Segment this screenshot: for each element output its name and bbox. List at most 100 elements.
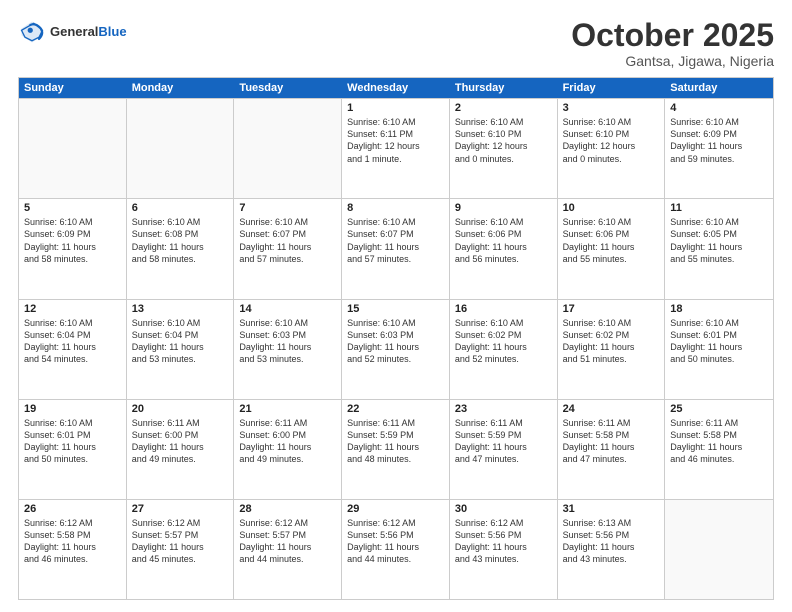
day-cell-9: 9Sunrise: 6:10 AM Sunset: 6:06 PM Daylig… [450, 199, 558, 298]
day-number: 30 [455, 503, 552, 515]
day-cell-31: 31Sunrise: 6:13 AM Sunset: 5:56 PM Dayli… [558, 500, 666, 599]
day-info: Sunrise: 6:11 AM Sunset: 5:58 PM Dayligh… [563, 417, 660, 466]
day-cell-24: 24 Sunrise: 6:11 AM Sunset: 5:58 PM Dayli… [558, 400, 666, 499]
day-cell-4: 4Sunrise: 6:10 AM Sunset: 6:09 PM Daylig… [665, 99, 773, 198]
month-title: October 2025 [571, 18, 774, 53]
calendar-row-3: 19 Sunrise: 6:10 AM Sunset: 6:01 PM Dayli… [19, 399, 773, 499]
day-info: Sunrise: 6:10 AM Sunset: 6:10 PM Dayligh… [563, 116, 660, 165]
day-cell-16: 16 Sunrise: 6:10 AM Sunset: 6:02 PM Dayli… [450, 300, 558, 399]
day-number: 22 [347, 403, 444, 415]
day-cell-6: 6Sunrise: 6:10 AM Sunset: 6:08 PM Daylig… [127, 199, 235, 298]
day-cell-25: 25 Sunrise: 6:11 AM Sunset: 5:58 PM Dayli… [665, 400, 773, 499]
day-info: Sunrise: 6:10 AM Sunset: 6:03 PM Dayligh… [347, 317, 444, 366]
day-cell-29: 29 Sunrise: 6:12 AM Sunset: 5:56 PM Dayli… [342, 500, 450, 599]
day-number: 24 [563, 403, 660, 415]
logo-blue-text: Blue [98, 24, 126, 39]
day-info: Sunrise: 6:10 AM Sunset: 6:11 PM Dayligh… [347, 116, 444, 165]
day-info: Sunrise: 6:10 AM Sunset: 6:08 PM Dayligh… [132, 216, 229, 265]
day-number: 2 [455, 102, 552, 114]
logo-text: GeneralBlue [50, 24, 127, 40]
day-info: Sunrise: 6:11 AM Sunset: 5:59 PM Dayligh… [455, 417, 552, 466]
day-number: 11 [670, 202, 768, 214]
day-cell-10: 10 Sunrise: 6:10 AM Sunset: 6:06 PM Dayli… [558, 199, 666, 298]
day-info: Sunrise: 6:10 AM Sunset: 6:05 PM Dayligh… [670, 216, 768, 265]
logo-icon [18, 18, 46, 46]
day-number: 3 [563, 102, 660, 114]
logo-general: GeneralBlue [50, 24, 127, 40]
day-info: Sunrise: 6:10 AM Sunset: 6:02 PM Dayligh… [455, 317, 552, 366]
day-info: Sunrise: 6:10 AM Sunset: 6:03 PM Dayligh… [239, 317, 336, 366]
day-info: Sunrise: 6:11 AM Sunset: 6:00 PM Dayligh… [132, 417, 229, 466]
day-number: 7 [239, 202, 336, 214]
calendar-row-1: 5 Sunrise: 6:10 AM Sunset: 6:09 PM Daylig… [19, 198, 773, 298]
day-number: 31 [563, 503, 660, 515]
day-number: 23 [455, 403, 552, 415]
day-number: 13 [132, 303, 229, 315]
day-number: 1 [347, 102, 444, 114]
day-cell-22: 22 Sunrise: 6:11 AM Sunset: 5:59 PM Dayli… [342, 400, 450, 499]
day-info: Sunrise: 6:10 AM Sunset: 6:06 PM Dayligh… [563, 216, 660, 265]
day-number: 19 [24, 403, 121, 415]
day-number: 25 [670, 403, 768, 415]
weekday-header-monday: Monday [127, 78, 235, 98]
day-info: Sunrise: 6:12 AM Sunset: 5:56 PM Dayligh… [347, 517, 444, 566]
day-cell-3: 3 Sunrise: 6:10 AM Sunset: 6:10 PM Daylig… [558, 99, 666, 198]
day-cell-7: 7 Sunrise: 6:10 AM Sunset: 6:07 PM Daylig… [234, 199, 342, 298]
day-number: 15 [347, 303, 444, 315]
day-info: Sunrise: 6:10 AM Sunset: 6:04 PM Dayligh… [24, 317, 121, 366]
day-cell-30: 30 Sunrise: 6:12 AM Sunset: 5:56 PM Dayli… [450, 500, 558, 599]
weekday-header-saturday: Saturday [665, 78, 773, 98]
day-cell-13: 13 Sunrise: 6:10 AM Sunset: 6:04 PM Dayli… [127, 300, 235, 399]
day-number: 10 [563, 202, 660, 214]
day-cell-11: 11 Sunrise: 6:10 AM Sunset: 6:05 PM Dayli… [665, 199, 773, 298]
day-number: 20 [132, 403, 229, 415]
weekday-header-sunday: Sunday [19, 78, 127, 98]
day-cell-20: 20 Sunrise: 6:11 AM Sunset: 6:00 PM Dayli… [127, 400, 235, 499]
calendar-row-4: 26Sunrise: 6:12 AM Sunset: 5:58 PM Dayli… [19, 499, 773, 599]
day-info: Sunrise: 6:11 AM Sunset: 6:00 PM Dayligh… [239, 417, 336, 466]
day-cell-26: 26Sunrise: 6:12 AM Sunset: 5:58 PM Dayli… [19, 500, 127, 599]
day-cell-23: 23 Sunrise: 6:11 AM Sunset: 5:59 PM Dayli… [450, 400, 558, 499]
day-info: Sunrise: 6:10 AM Sunset: 6:07 PM Dayligh… [239, 216, 336, 265]
day-number: 5 [24, 202, 121, 214]
day-number: 29 [347, 503, 444, 515]
empty-cell-0-0 [19, 99, 127, 198]
day-cell-27: 27 Sunrise: 6:12 AM Sunset: 5:57 PM Dayli… [127, 500, 235, 599]
day-number: 17 [563, 303, 660, 315]
day-info: Sunrise: 6:11 AM Sunset: 5:58 PM Dayligh… [670, 417, 768, 466]
day-info: Sunrise: 6:10 AM Sunset: 6:01 PM Dayligh… [670, 317, 768, 366]
calendar-header: SundayMondayTuesdayWednesdayThursdayFrid… [19, 78, 773, 98]
day-number: 8 [347, 202, 444, 214]
day-cell-18: 18 Sunrise: 6:10 AM Sunset: 6:01 PM Dayli… [665, 300, 773, 399]
day-cell-21: 21 Sunrise: 6:11 AM Sunset: 6:00 PM Dayli… [234, 400, 342, 499]
day-info: Sunrise: 6:12 AM Sunset: 5:57 PM Dayligh… [132, 517, 229, 566]
day-number: 27 [132, 503, 229, 515]
day-cell-12: 12Sunrise: 6:10 AM Sunset: 6:04 PM Dayli… [19, 300, 127, 399]
weekday-header-thursday: Thursday [450, 78, 558, 98]
day-info: Sunrise: 6:10 AM Sunset: 6:06 PM Dayligh… [455, 216, 552, 265]
day-info: Sunrise: 6:10 AM Sunset: 6:09 PM Dayligh… [670, 116, 768, 165]
weekday-header-friday: Friday [558, 78, 666, 98]
day-info: Sunrise: 6:10 AM Sunset: 6:09 PM Dayligh… [24, 216, 121, 265]
day-number: 16 [455, 303, 552, 315]
day-info: Sunrise: 6:10 AM Sunset: 6:01 PM Dayligh… [24, 417, 121, 466]
day-cell-19: 19 Sunrise: 6:10 AM Sunset: 6:01 PM Dayli… [19, 400, 127, 499]
calendar: SundayMondayTuesdayWednesdayThursdayFrid… [18, 77, 774, 600]
day-cell-14: 14Sunrise: 6:10 AM Sunset: 6:03 PM Dayli… [234, 300, 342, 399]
day-info: Sunrise: 6:12 AM Sunset: 5:57 PM Dayligh… [239, 517, 336, 566]
empty-cell-4-6 [665, 500, 773, 599]
day-cell-2: 2Sunrise: 6:10 AM Sunset: 6:10 PM Daylig… [450, 99, 558, 198]
calendar-body: 1 Sunrise: 6:10 AM Sunset: 6:11 PM Daylig… [19, 98, 773, 599]
day-number: 28 [239, 503, 336, 515]
day-info: Sunrise: 6:11 AM Sunset: 5:59 PM Dayligh… [347, 417, 444, 466]
location: Gantsa, Jigawa, Nigeria [571, 53, 774, 69]
header: GeneralBlue October 2025 Gantsa, Jigawa,… [18, 18, 774, 69]
empty-cell-0-1 [127, 99, 235, 198]
day-info: Sunrise: 6:10 AM Sunset: 6:04 PM Dayligh… [132, 317, 229, 366]
calendar-row-2: 12Sunrise: 6:10 AM Sunset: 6:04 PM Dayli… [19, 299, 773, 399]
page: GeneralBlue October 2025 Gantsa, Jigawa,… [0, 0, 792, 612]
day-info: Sunrise: 6:12 AM Sunset: 5:56 PM Dayligh… [455, 517, 552, 566]
day-number: 21 [239, 403, 336, 415]
day-number: 26 [24, 503, 121, 515]
day-number: 18 [670, 303, 768, 315]
